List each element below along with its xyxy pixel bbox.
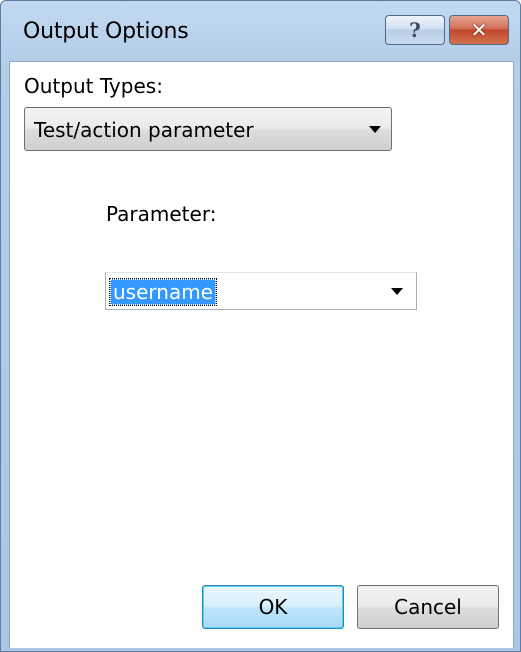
- chevron-down-icon[interactable]: [391, 288, 403, 295]
- parameter-label: Parameter:: [106, 202, 217, 226]
- output-options-dialog: Output Options ? ✕ Output Types: Test/ac…: [0, 0, 521, 652]
- title-bar[interactable]: Output Options ? ✕: [1, 1, 520, 61]
- cancel-button[interactable]: Cancel: [357, 585, 499, 629]
- close-button[interactable]: ✕: [449, 15, 509, 45]
- chevron-down-icon: [369, 126, 381, 133]
- dialog-title: Output Options: [23, 19, 189, 44]
- output-types-dropdown[interactable]: Test/action parameter: [24, 107, 392, 151]
- help-button[interactable]: ?: [385, 15, 445, 45]
- question-mark-icon: ?: [409, 18, 421, 42]
- ok-button[interactable]: OK: [202, 585, 344, 629]
- parameter-value[interactable]: username: [109, 278, 217, 306]
- parameter-dropdown[interactable]: username: [105, 272, 417, 310]
- dialog-body: Output Types: Test/action parameter Para…: [9, 61, 514, 648]
- output-types-value: Test/action parameter: [34, 118, 254, 142]
- close-icon: ✕: [470, 18, 488, 42]
- output-types-label: Output Types:: [24, 74, 163, 98]
